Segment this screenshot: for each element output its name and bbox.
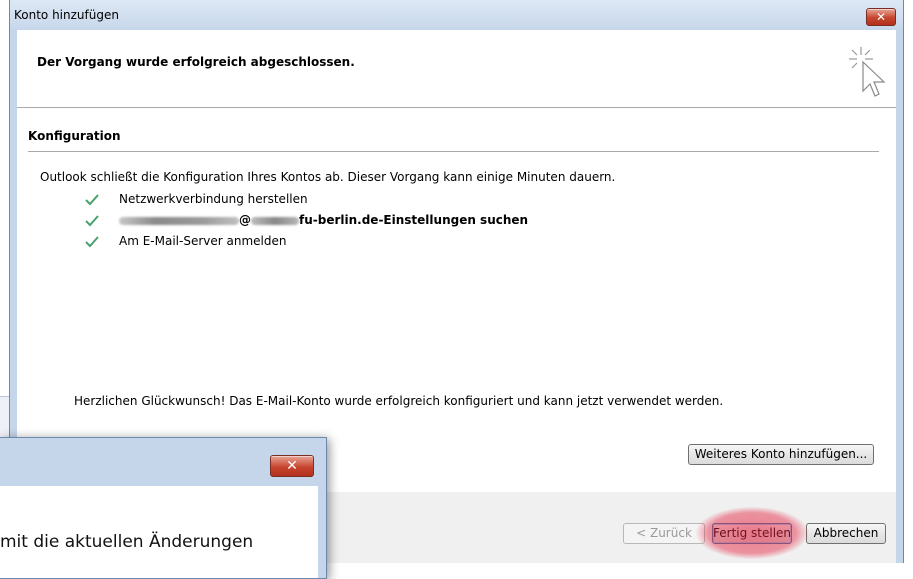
step-label: @ fu-berlin.de-Einstellungen suchen: [119, 213, 528, 227]
close-button[interactable]: ✕: [270, 455, 314, 477]
background-window-edge: [0, 396, 9, 438]
intro-text: Outlook schließt die Konfiguration Ihres…: [40, 170, 616, 184]
status-headline: Der Vorgang wurde erfolgreich abgeschlos…: [37, 55, 355, 69]
finish-button[interactable]: Fertig stellen: [712, 523, 792, 544]
overlapping-dialog-body: mit die aktuellen Änderungen: [0, 486, 318, 578]
close-button[interactable]: ✕: [866, 8, 896, 26]
check-icon: [85, 236, 99, 248]
section-divider: [28, 151, 879, 152]
window-title: Konto hinzufügen: [14, 8, 119, 22]
step-label: Netzwerkverbindung herstellen: [119, 192, 308, 206]
check-icon: [85, 215, 99, 227]
at-sign: @: [239, 213, 251, 227]
overlapping-dialog-text: mit die aktuellen Änderungen: [0, 532, 254, 552]
redacted-username: [119, 216, 239, 225]
congrats-text: Herzlichen Glückwunsch! Das E-Mail-Konto…: [74, 394, 724, 408]
back-button[interactable]: < Zurück: [623, 523, 705, 544]
cancel-button[interactable]: Abbrechen: [806, 523, 886, 544]
titlebar: Konto hinzufügen ✕: [10, 0, 903, 30]
overlapping-dialog: ✕ mit die aktuellen Änderungen: [0, 437, 327, 579]
content-panel: Konfiguration Outlook schließt die Konfi…: [17, 108, 896, 492]
add-account-button[interactable]: Weiteres Konto hinzufügen...: [688, 444, 874, 465]
wizard-cursor-icon: [849, 47, 886, 97]
section-title: Konfiguration: [28, 129, 121, 143]
redacted-subdomain: [251, 216, 299, 225]
step-label-suffix: fu-berlin.de-Einstellungen suchen: [299, 213, 529, 227]
check-icon: [85, 194, 99, 206]
step-label: Am E-Mail-Server anmelden: [119, 234, 287, 248]
header-band: Der Vorgang wurde erfolgreich abgeschlos…: [17, 30, 896, 108]
